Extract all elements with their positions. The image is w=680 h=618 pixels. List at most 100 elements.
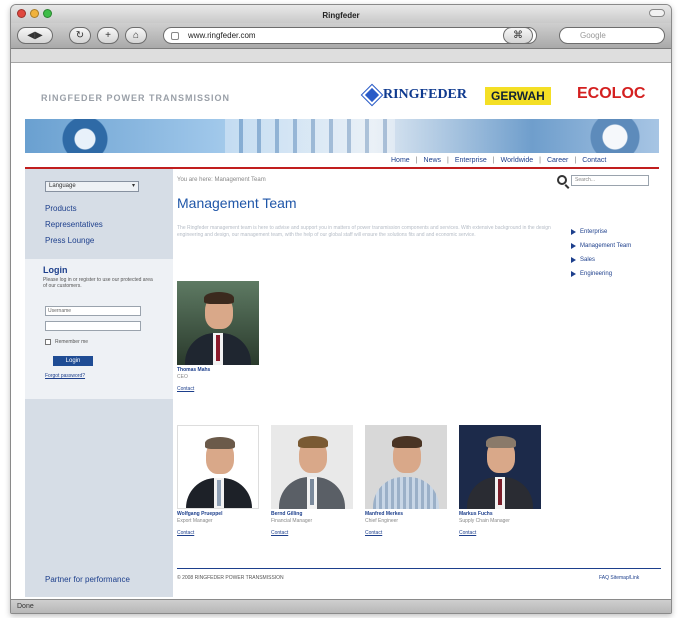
team-member: Markus Fuchs Supply Chain Manager Contac…	[459, 425, 541, 536]
toolbar-toggle-button[interactable]	[649, 9, 665, 17]
home-button[interactable]: ⌂	[125, 27, 147, 44]
footer-links[interactable]: FAQ Sitemap/Link	[599, 575, 639, 581]
portrait-hair	[205, 437, 235, 449]
right-nav-item[interactable]: Sales	[571, 253, 631, 267]
contact-link[interactable]: Contact	[459, 530, 541, 536]
address-bar[interactable]: www.ringfeder.com	[163, 27, 537, 44]
person-name: Thomas Mahs	[177, 367, 211, 373]
person-role: CEO	[177, 374, 188, 380]
page-content: RINGFEDER POWER TRANSMISSION RINGFEDER G…	[11, 63, 671, 600]
partner-tagline: Partner for performance	[45, 575, 130, 584]
right-nav-label: Sales	[580, 257, 596, 263]
nav-career[interactable]: Career	[547, 157, 568, 164]
person-name: Markus Fuchs	[459, 511, 493, 517]
browser-search-input[interactable]: Google	[559, 27, 665, 44]
right-nav-item[interactable]: Enterprise	[571, 225, 631, 239]
portrait-hair	[298, 436, 328, 448]
title-bar: Ringfeder	[11, 5, 671, 23]
nav-worldwide[interactable]: Worldwide	[501, 157, 534, 164]
portrait-hair	[486, 436, 516, 448]
login-box: Login Please log in or register to use o…	[25, 259, 173, 399]
right-nav-item[interactable]: Management Team	[571, 239, 631, 253]
ringfeder-logo-text: RINGFEDER	[383, 87, 468, 102]
contact-link[interactable]: Contact	[271, 530, 353, 536]
contact-link[interactable]: Contact	[177, 386, 259, 392]
copyright-text: © 2008 RINGFEDER POWER TRANSMISSION	[177, 575, 284, 581]
remember-me[interactable]: Remember me	[45, 339, 88, 345]
sidebar-item-products[interactable]: Products	[45, 201, 103, 217]
language-select[interactable]: Language ▾	[45, 181, 139, 192]
brand-text: RINGFEDER POWER TRANSMISSION	[41, 93, 231, 103]
portrait-photo	[365, 425, 447, 509]
ecoloc-logo[interactable]: ECOLOC	[577, 85, 645, 103]
person-name: Bernd Gilling	[271, 511, 303, 517]
person-role: Financial Manager	[271, 518, 313, 524]
nav-separator: |	[574, 157, 577, 164]
window-controls	[17, 9, 52, 18]
reload-icon: ↻	[75, 30, 85, 41]
nav-contact[interactable]: Contact	[582, 157, 606, 164]
portrait-photo	[177, 281, 259, 365]
ringfeder-logo[interactable]: RINGFEDER	[362, 85, 468, 105]
plus-icon: +	[105, 30, 111, 41]
contact-link[interactable]: Contact	[177, 530, 259, 536]
sidebar-nav: Products Representatives Press Lounge	[45, 201, 103, 249]
search-icon[interactable]	[557, 175, 567, 185]
login-title: Login	[43, 265, 68, 275]
intro-text: The Ringfeder management team is here to…	[177, 225, 551, 238]
person-name: Manfred Merkes	[365, 511, 404, 517]
nav-separator: |	[539, 157, 541, 164]
diamond-icon	[362, 85, 382, 105]
header-banner	[25, 119, 659, 153]
sidebar-item-press-lounge[interactable]: Press Lounge	[45, 233, 103, 249]
nav-separator: |	[492, 157, 495, 164]
team-member-ceo: Thomas Mahs CEO Contact	[177, 281, 259, 392]
nav-separator: |	[415, 157, 418, 164]
forward-icon[interactable]: ▶	[35, 30, 43, 41]
home-icon: ⌂	[132, 30, 140, 41]
portrait-tie	[217, 480, 221, 506]
add-bookmark-button[interactable]: +	[97, 27, 119, 44]
sidebar-item-representatives[interactable]: Representatives	[45, 217, 103, 233]
forgot-password-link[interactable]: Forgot password?	[45, 373, 85, 379]
close-window-button[interactable]	[17, 9, 26, 18]
gerwah-logo[interactable]: GERWAH	[485, 87, 551, 105]
portrait-tie	[216, 335, 220, 361]
right-nav-item[interactable]: Engineering	[571, 267, 631, 281]
person-role: Chief Engineer	[365, 518, 399, 524]
back-forward-buttons[interactable]: ◀▶	[17, 27, 53, 44]
nav-news[interactable]: News	[424, 157, 442, 164]
portrait-photo	[271, 425, 353, 509]
nav-home[interactable]: Home	[391, 157, 410, 164]
site-icon	[171, 32, 179, 40]
arrow-right-icon	[571, 229, 576, 235]
portrait-tie	[498, 479, 502, 505]
reload-button[interactable]: ↻	[69, 27, 91, 44]
right-nav-label: Engineering	[580, 271, 613, 277]
status-bar: Done	[11, 599, 671, 613]
portrait-tie	[310, 479, 314, 505]
site-search-input[interactable]: Search...	[571, 175, 649, 186]
login-button[interactable]: Login	[53, 356, 93, 366]
back-icon[interactable]: ◀	[27, 30, 35, 41]
portrait-hair	[204, 292, 234, 304]
page-title: Management Team	[177, 195, 297, 211]
portrait-photo	[459, 425, 541, 509]
nav-enterprise[interactable]: Enterprise	[455, 157, 487, 164]
zoom-window-button[interactable]	[43, 9, 52, 18]
username-input[interactable]: Username	[45, 306, 141, 316]
breadcrumb: You are here: Management Team	[177, 177, 266, 183]
top-nav: Home | News | Enterprise | Worldwide | Caree…	[391, 157, 606, 164]
minimize-window-button[interactable]	[30, 9, 39, 18]
rss-icon[interactable]: ⌘	[503, 27, 533, 44]
password-input[interactable]	[45, 321, 141, 331]
contact-link[interactable]: Contact	[365, 530, 447, 536]
banner-image-part	[225, 119, 395, 153]
team-member: Wolfgang Prueppel Export Manager Contact	[177, 425, 259, 536]
remember-checkbox[interactable]	[45, 339, 51, 345]
browser-toolbar: ◀▶ ↻ + ⌂ www.ringfeder.com ⌘ Google	[11, 23, 671, 49]
banner-image-part	[25, 119, 145, 153]
arrow-right-icon	[571, 271, 576, 277]
arrow-right-icon	[571, 243, 576, 249]
right-nav-label: Management Team	[580, 243, 632, 249]
